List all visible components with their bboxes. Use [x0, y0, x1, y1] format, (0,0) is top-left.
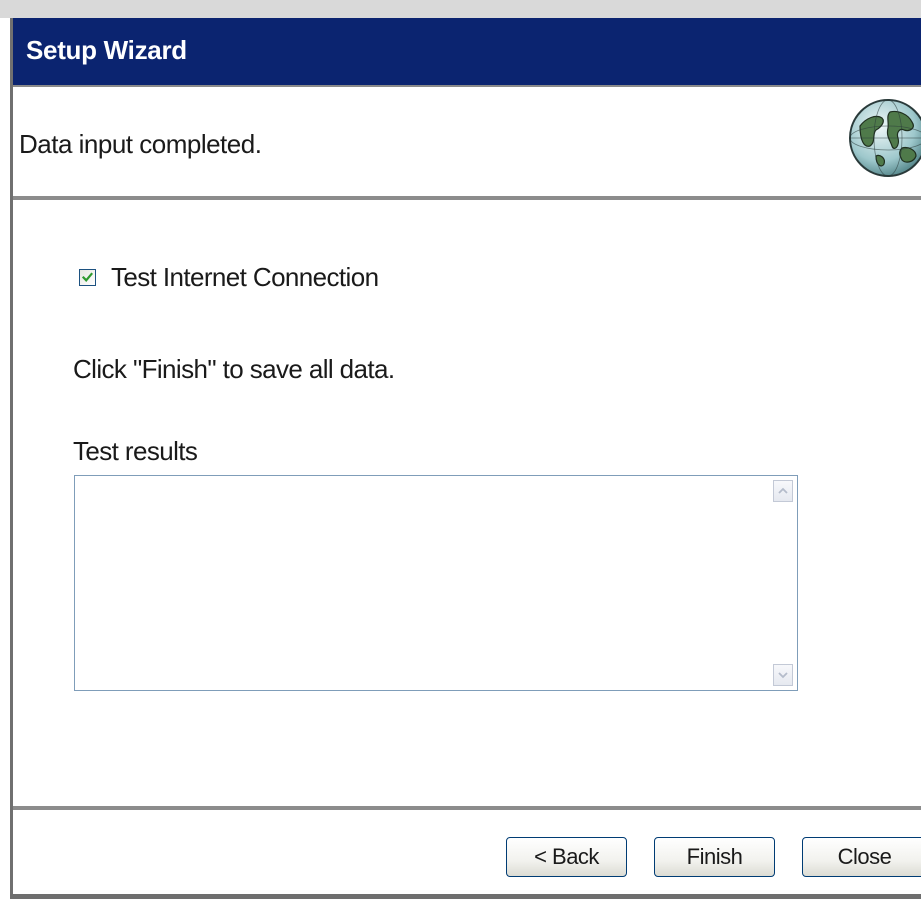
test-connection-option[interactable]: Test Internet Connection: [79, 262, 379, 293]
top-strip: [0, 0, 921, 18]
wizard-window: Setup Wizard Data input completed. Test …: [10, 18, 921, 894]
chevron-up-icon: [778, 487, 788, 494]
scroll-down-button[interactable]: [773, 664, 793, 686]
test-results-text: [79, 480, 769, 686]
chevron-down-icon: [778, 672, 788, 679]
window-bottom-edge: [10, 894, 921, 899]
scroll-up-button[interactable]: [773, 480, 793, 502]
results-scrollbar[interactable]: [773, 480, 793, 686]
wizard-footer: < Back Finish Close: [13, 806, 921, 894]
title-bar: Setup Wizard: [13, 18, 921, 87]
window-title: Setup Wizard: [26, 35, 187, 65]
finish-instruction: Click "Finish" to save all data.: [73, 354, 395, 384]
test-connection-checkbox[interactable]: [79, 269, 96, 286]
finish-button[interactable]: Finish: [654, 837, 775, 877]
wizard-header: Data input completed.: [13, 87, 921, 200]
back-button[interactable]: < Back: [506, 837, 627, 877]
globe-icon: [849, 99, 921, 177]
wizard-content: Test Internet Connection Click "Finish" …: [13, 200, 921, 806]
test-results-textarea[interactable]: [74, 475, 798, 691]
test-connection-label: Test Internet Connection: [111, 262, 379, 292]
header-subtitle: Data input completed.: [19, 129, 262, 159]
check-mark-icon: [82, 272, 93, 282]
close-button[interactable]: Close: [802, 837, 921, 877]
test-results-label: Test results: [73, 436, 198, 466]
